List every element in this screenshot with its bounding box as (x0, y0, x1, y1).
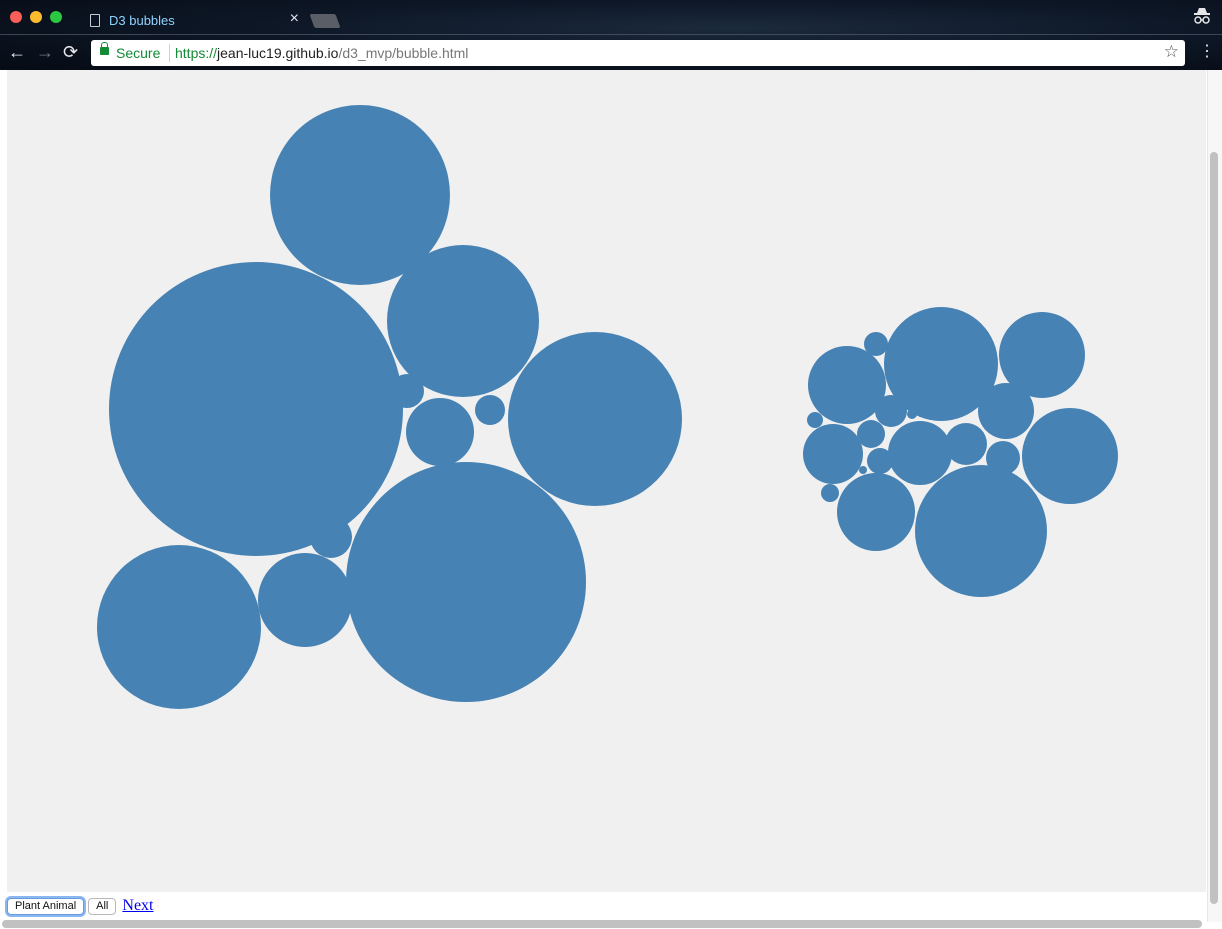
browser-menu-icon[interactable]: ⋮ (1199, 42, 1215, 62)
right-cluster-bubble[interactable] (907, 409, 917, 419)
left-cluster-bubble[interactable] (390, 374, 424, 408)
maximize-window-button[interactable] (50, 11, 62, 23)
bubble-chart-svg (97, 105, 1118, 709)
forward-button[interactable]: → (36, 42, 54, 62)
left-cluster-bubble[interactable] (258, 553, 352, 647)
url-scheme: https:// (175, 45, 218, 61)
back-button[interactable]: ← (8, 42, 26, 62)
address-bar[interactable]: Secure https://jean-luc19.github.io/d3_m… (91, 40, 1185, 66)
right-cluster-bubble[interactable] (915, 465, 1047, 597)
left-cluster-bubble[interactable] (387, 245, 539, 397)
right-cluster-bubble[interactable] (808, 346, 886, 424)
left-cluster-bubble[interactable] (508, 332, 682, 506)
right-cluster-bubble[interactable] (978, 383, 1034, 439)
tab-close-icon[interactable]: × (290, 10, 299, 28)
left-cluster-bubble[interactable] (109, 262, 403, 556)
page-viewport: Plant Animal All Next (0, 70, 1222, 929)
tab-d3-bubbles[interactable]: D3 bubbles × (80, 6, 305, 34)
omnibox-separator (169, 44, 170, 62)
right-cluster-bubble[interactable] (803, 424, 863, 484)
browser-chrome: D3 bubbles × ← → ⟳ Secure https://jean-l… (0, 0, 1222, 70)
horizontal-scrollbar-thumb[interactable] (2, 920, 1202, 928)
url-text[interactable]: https://jean-luc19.github.io/d3_mvp/bubb… (175, 45, 468, 61)
lock-icon (100, 42, 109, 55)
right-cluster-bubble[interactable] (945, 423, 987, 465)
right-cluster-bubble[interactable] (857, 420, 885, 448)
right-cluster-bubble[interactable] (859, 466, 867, 474)
right-cluster-bubble[interactable] (821, 484, 839, 502)
chart-controls: Plant Animal All Next (7, 896, 154, 916)
reload-button[interactable]: ⟳ (63, 42, 78, 62)
close-window-button[interactable] (10, 11, 22, 23)
tab-strip-divider (0, 34, 1222, 35)
right-cluster-bubble[interactable] (875, 395, 907, 427)
security-label[interactable]: Secure (116, 45, 160, 61)
left-cluster-bubble[interactable] (475, 395, 505, 425)
left-cluster-bubble[interactable] (97, 545, 261, 709)
left-cluster-bubble[interactable] (346, 462, 586, 702)
bubble-chart-area (7, 70, 1206, 892)
tab-title: D3 bubbles (109, 13, 175, 28)
bookmark-star-icon[interactable]: ☆ (1164, 42, 1179, 62)
minimize-window-button[interactable] (30, 11, 42, 23)
left-cluster-bubble[interactable] (310, 516, 352, 558)
incognito-icon (1192, 6, 1212, 26)
right-cluster-bubble[interactable] (837, 473, 915, 551)
right-cluster-bubble[interactable] (986, 441, 1020, 475)
url-path: /d3_mvp/bubble.html (338, 45, 469, 61)
url-host: jean-luc19.github.io (217, 45, 339, 61)
document-icon (90, 14, 100, 27)
vertical-scrollbar-thumb[interactable] (1210, 152, 1218, 904)
plant-animal-button[interactable]: Plant Animal (7, 897, 85, 915)
right-cluster-bubble[interactable] (888, 421, 952, 485)
new-tab-button[interactable] (309, 14, 341, 28)
next-link[interactable]: Next (122, 897, 153, 915)
right-cluster-bubble[interactable] (1022, 408, 1118, 504)
right-cluster-bubble[interactable] (807, 412, 823, 428)
all-button[interactable]: All (88, 897, 117, 915)
right-cluster-bubble[interactable] (867, 448, 893, 474)
right-cluster-bubble[interactable] (864, 332, 888, 356)
left-cluster-bubble[interactable] (406, 398, 474, 466)
